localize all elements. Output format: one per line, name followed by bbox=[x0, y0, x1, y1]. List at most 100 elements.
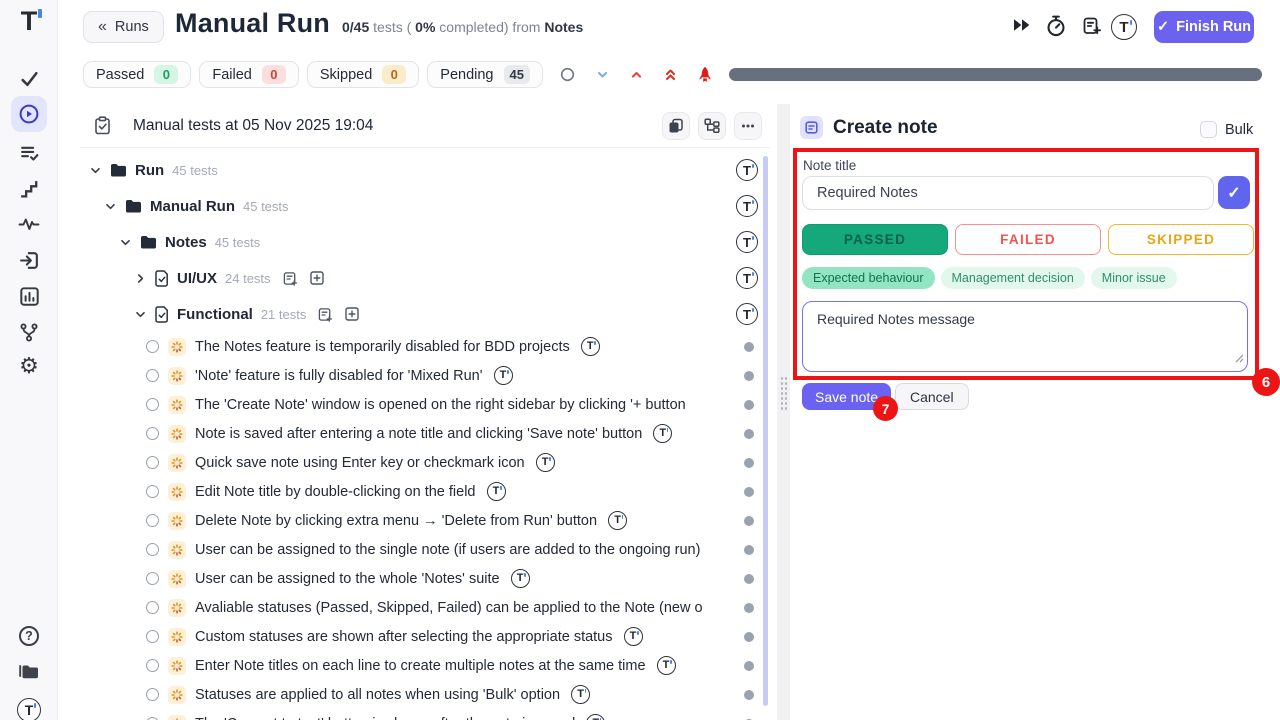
status-circle-icon[interactable] bbox=[146, 427, 159, 440]
suite-row-notes[interactable]: Notes45 testsT bbox=[80, 224, 770, 260]
assignee-dot-icon[interactable] bbox=[744, 661, 754, 671]
status-circle-icon[interactable] bbox=[146, 688, 159, 701]
testomat-logo-icon[interactable]: T bbox=[624, 627, 643, 646]
account-logo-button[interactable]: T bbox=[1111, 14, 1137, 40]
testomat-logo-icon[interactable]: T bbox=[736, 303, 758, 325]
assignee-dot-icon[interactable] bbox=[744, 458, 754, 468]
assignee-dot-icon[interactable] bbox=[744, 400, 754, 410]
test-row[interactable]: Custom statuses are shown after selectin… bbox=[80, 622, 770, 651]
chevron-down-icon[interactable] bbox=[120, 237, 132, 248]
assignee-dot-icon[interactable] bbox=[744, 632, 754, 642]
assignee-dot-icon[interactable] bbox=[744, 516, 754, 526]
status-skipped-button[interactable]: SKIPPED bbox=[1108, 224, 1254, 255]
rail-item-pulse[interactable] bbox=[0, 214, 58, 239]
status-failed-button[interactable]: FAILED bbox=[955, 224, 1101, 255]
app-logo[interactable]: T bbox=[0, 8, 58, 35]
test-row[interactable]: Avaliable statuses (Passed, Skipped, Fai… bbox=[80, 593, 770, 622]
testomat-logo-icon[interactable]: T bbox=[586, 714, 605, 720]
rail-item-runs[interactable] bbox=[0, 96, 58, 132]
tag-minor-issue[interactable]: Minor issue bbox=[1091, 267, 1177, 289]
tag-expected-behaviour[interactable]: Expected behaviour bbox=[802, 267, 935, 289]
test-row[interactable]: User can be assigned to the whole 'Notes… bbox=[80, 564, 770, 593]
suite-row-ui-ux[interactable]: UI/UX24 testsT bbox=[80, 260, 770, 296]
rocket-icon[interactable] bbox=[698, 66, 712, 83]
more-options-button[interactable] bbox=[734, 112, 762, 140]
testomat-logo-icon[interactable]: T bbox=[736, 231, 758, 253]
testomat-logo-icon[interactable]: T bbox=[487, 482, 506, 501]
test-row[interactable]: User can be assigned to the single note … bbox=[80, 535, 770, 564]
rail-item-settings[interactable]: ⚙ bbox=[0, 356, 58, 378]
assignee-dot-icon[interactable] bbox=[744, 603, 754, 613]
filter-chip-passed[interactable]: Passed0 bbox=[83, 61, 191, 88]
test-row[interactable]: Quick save note using Enter key or check… bbox=[80, 448, 770, 477]
testomat-logo-icon[interactable]: T bbox=[511, 569, 530, 588]
status-circle-icon[interactable] bbox=[146, 340, 159, 353]
test-row[interactable]: Statuses are applied to all notes when u… bbox=[80, 680, 770, 709]
suite-row-run[interactable]: Run45 testsT bbox=[80, 152, 770, 188]
assignee-dot-icon[interactable] bbox=[744, 487, 754, 497]
suite-row-manual-run[interactable]: Manual Run45 testsT bbox=[80, 188, 770, 224]
status-circle-icon[interactable] bbox=[146, 543, 159, 556]
filter-chip-failed[interactable]: Failed0 bbox=[199, 61, 299, 88]
tree-view-button[interactable] bbox=[698, 112, 726, 140]
bulk-toggle[interactable]: Bulk bbox=[1200, 121, 1253, 138]
test-row[interactable]: The 'Create Note' window is opened on th… bbox=[80, 390, 770, 419]
assignee-dot-icon[interactable] bbox=[744, 574, 754, 584]
confirm-note-button[interactable]: ✓ bbox=[1218, 176, 1250, 209]
chevron-down-icon[interactable] bbox=[90, 165, 102, 176]
status-passed-button[interactable]: PASSED bbox=[802, 224, 948, 255]
back-to-runs-button[interactable]: « Runs bbox=[83, 11, 164, 43]
testomat-logo-icon[interactable]: T bbox=[657, 656, 676, 675]
add-note-icon[interactable] bbox=[318, 307, 333, 322]
testomat-logo-icon[interactable]: T bbox=[736, 267, 758, 289]
filter-chip-skipped[interactable]: Skipped0 bbox=[307, 61, 419, 88]
status-circle-icon[interactable] bbox=[146, 369, 159, 382]
rail-item-import[interactable] bbox=[0, 250, 58, 276]
note-message-textarea[interactable]: Required Notes message bbox=[802, 301, 1248, 372]
rail-item-help[interactable]: ? bbox=[0, 626, 58, 646]
untested-circle-icon[interactable] bbox=[560, 67, 575, 82]
status-circle-icon[interactable] bbox=[146, 601, 159, 614]
assignee-dot-icon[interactable] bbox=[744, 690, 754, 700]
stopwatch-icon[interactable] bbox=[1045, 14, 1067, 37]
double-chevron-up-icon[interactable] bbox=[664, 67, 677, 82]
test-row[interactable]: Enter Note titles on each line to create… bbox=[80, 651, 770, 680]
status-circle-icon[interactable] bbox=[146, 485, 159, 498]
chevron-down-icon[interactable] bbox=[135, 309, 147, 320]
finish-run-button[interactable]: ✓ Finish Run bbox=[1154, 11, 1254, 43]
add-note-icon[interactable] bbox=[1082, 16, 1102, 36]
test-row[interactable]: Note is saved after entering a note titl… bbox=[80, 419, 770, 448]
testomat-logo-icon[interactable]: T bbox=[536, 453, 555, 472]
chevron-up-icon[interactable] bbox=[630, 68, 643, 81]
assignee-dot-icon[interactable] bbox=[744, 545, 754, 555]
status-circle-icon[interactable] bbox=[146, 630, 159, 643]
note-title-input[interactable] bbox=[802, 176, 1214, 210]
resize-handle[interactable] bbox=[780, 376, 788, 410]
chevron-down-icon[interactable] bbox=[105, 201, 117, 212]
rail-item-test-plans[interactable] bbox=[0, 142, 58, 168]
tag-management-decision[interactable]: Management decision bbox=[941, 267, 1085, 289]
test-row[interactable]: The Notes feature is temporarily disable… bbox=[80, 332, 770, 361]
rail-item-projects[interactable] bbox=[0, 662, 58, 687]
tree-scrollbar[interactable] bbox=[763, 156, 768, 706]
test-row[interactable]: Delete Note by clicking extra menu → 'De… bbox=[80, 506, 770, 535]
rail-item-steps[interactable] bbox=[0, 178, 58, 204]
assignee-dot-icon[interactable] bbox=[744, 342, 754, 352]
testomat-logo-icon[interactable]: T bbox=[571, 685, 590, 704]
copy-button[interactable] bbox=[662, 112, 690, 140]
cancel-button[interactable]: Cancel bbox=[895, 383, 969, 410]
test-row[interactable]: 'Note' feature is fully disabled for 'Mi… bbox=[80, 361, 770, 390]
testomat-logo-icon[interactable]: T bbox=[653, 424, 672, 443]
status-circle-icon[interactable] bbox=[146, 572, 159, 585]
fast-forward-icon[interactable] bbox=[1012, 18, 1031, 32]
status-circle-icon[interactable] bbox=[146, 659, 159, 672]
rail-item-branches[interactable] bbox=[0, 322, 58, 348]
testomat-logo-icon[interactable]: T bbox=[581, 337, 600, 356]
add-test-icon[interactable] bbox=[310, 271, 324, 285]
bulk-checkbox[interactable] bbox=[1200, 121, 1217, 138]
status-circle-icon[interactable] bbox=[146, 514, 159, 527]
rail-item-profile[interactable]: T bbox=[0, 698, 58, 720]
test-row[interactable]: The 'Convert to test' button is shown af… bbox=[80, 709, 770, 720]
assignee-dot-icon[interactable] bbox=[744, 371, 754, 381]
rail-item-checks[interactable] bbox=[0, 68, 58, 94]
